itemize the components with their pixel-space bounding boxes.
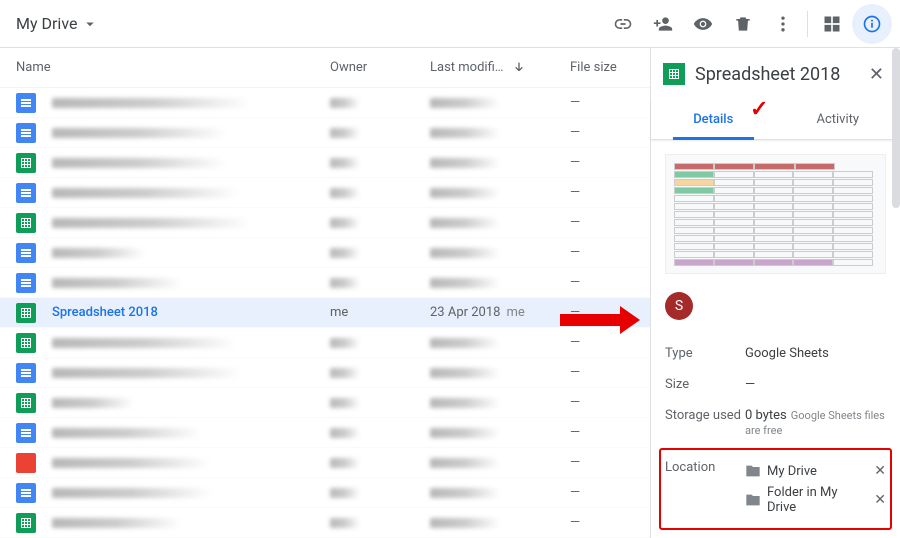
panel-title: Spreadsheet 2018	[695, 64, 855, 85]
owner-avatar: S	[665, 292, 693, 320]
remove-location-button[interactable]: ✕	[874, 492, 886, 508]
preview-button[interactable]	[683, 4, 723, 44]
file-row[interactable]: —	[0, 448, 650, 478]
file-name: Spreadsheet 2018	[52, 305, 330, 320]
eye-icon	[693, 14, 713, 34]
meta-type-value: Google Sheets	[745, 346, 886, 361]
meta-type-label: Type	[665, 346, 745, 361]
file-row[interactable]: —	[0, 208, 650, 238]
meta-storage-label: Storage used	[665, 408, 745, 438]
file-owner: me	[330, 305, 430, 320]
file-row[interactable]: —	[0, 238, 650, 268]
info-icon	[862, 14, 882, 34]
location-highlight: Location My Drive✕Folder in My Drive✕	[659, 448, 892, 530]
file-list: Name Owner Last modifi… File size ——————…	[0, 48, 650, 538]
details-panel: Spreadsheet 2018 ✕ Details Activity	[650, 48, 900, 538]
file-type-icon	[16, 153, 36, 173]
file-row[interactable]: —	[0, 178, 650, 208]
delete-button[interactable]	[723, 4, 763, 44]
chevron-down-icon	[81, 15, 99, 33]
sheets-icon	[663, 63, 685, 85]
sheets-icon	[16, 303, 36, 323]
file-row[interactable]: —	[0, 418, 650, 448]
col-owner[interactable]: Owner	[330, 60, 430, 75]
file-type-icon	[16, 183, 36, 203]
file-row[interactable]: —	[0, 328, 650, 358]
file-type-icon	[16, 363, 36, 383]
file-modified: 23 Apr 2018me	[430, 305, 570, 320]
remove-location-button[interactable]: ✕	[874, 463, 886, 479]
location-item[interactable]: My Drive✕	[745, 460, 886, 482]
folder-icon	[745, 492, 761, 508]
file-type-icon	[16, 423, 36, 443]
file-row[interactable]: —	[0, 88, 650, 118]
file-type-icon	[16, 213, 36, 233]
info-button[interactable]	[852, 4, 892, 44]
file-row[interactable]: —	[0, 148, 650, 178]
annotation-checkmark: ✓	[750, 97, 768, 122]
meta-size-label: Size	[665, 377, 745, 392]
more-vert-icon	[773, 14, 793, 34]
get-link-button[interactable]	[603, 4, 643, 44]
file-type-icon	[16, 333, 36, 353]
file-thumbnail[interactable]	[665, 154, 886, 274]
toolbar: My Drive	[0, 0, 900, 48]
file-type-icon	[16, 483, 36, 503]
trash-icon	[733, 14, 753, 34]
file-type-icon	[16, 123, 36, 143]
view-toggle-button[interactable]	[812, 4, 852, 44]
meta-storage-value: 0 bytesGoogle Sheets files are free	[745, 408, 886, 438]
link-icon	[613, 14, 633, 34]
share-button[interactable]	[643, 4, 683, 44]
grid-icon	[822, 14, 842, 34]
arrow-down-icon	[511, 60, 527, 76]
more-actions-button[interactable]	[763, 4, 803, 44]
folder-icon	[745, 463, 761, 479]
file-type-icon	[16, 453, 36, 473]
meta-size-value: —	[745, 377, 886, 392]
annotation-arrow	[560, 314, 622, 326]
file-row[interactable]: —	[0, 118, 650, 148]
file-row[interactable]: —	[0, 388, 650, 418]
file-row[interactable]: —	[0, 268, 650, 298]
file-type-icon	[16, 273, 36, 293]
close-panel-button[interactable]: ✕	[865, 60, 888, 89]
col-modified[interactable]: Last modifi…	[430, 60, 570, 76]
breadcrumb-label: My Drive	[16, 14, 77, 33]
file-row[interactable]: —	[0, 508, 650, 538]
person-add-icon	[653, 14, 673, 34]
file-type-icon	[16, 393, 36, 413]
file-row-selected[interactable]: Spreadsheet 2018 me 23 Apr 2018me —	[0, 298, 650, 328]
scrollbar[interactable]	[892, 48, 900, 208]
tab-activity[interactable]: Activity	[776, 100, 900, 139]
col-name[interactable]: Name	[16, 60, 330, 75]
col-size[interactable]: File size	[570, 60, 650, 75]
file-row[interactable]: —	[0, 358, 650, 388]
breadcrumb[interactable]: My Drive	[8, 8, 107, 39]
location-item[interactable]: Folder in My Drive✕	[745, 482, 886, 518]
list-header: Name Owner Last modifi… File size	[0, 48, 650, 88]
file-type-icon	[16, 513, 36, 533]
meta-location-label: Location	[665, 460, 745, 475]
file-type-icon	[16, 243, 36, 263]
file-row[interactable]: —	[0, 478, 650, 508]
file-type-icon	[16, 93, 36, 113]
